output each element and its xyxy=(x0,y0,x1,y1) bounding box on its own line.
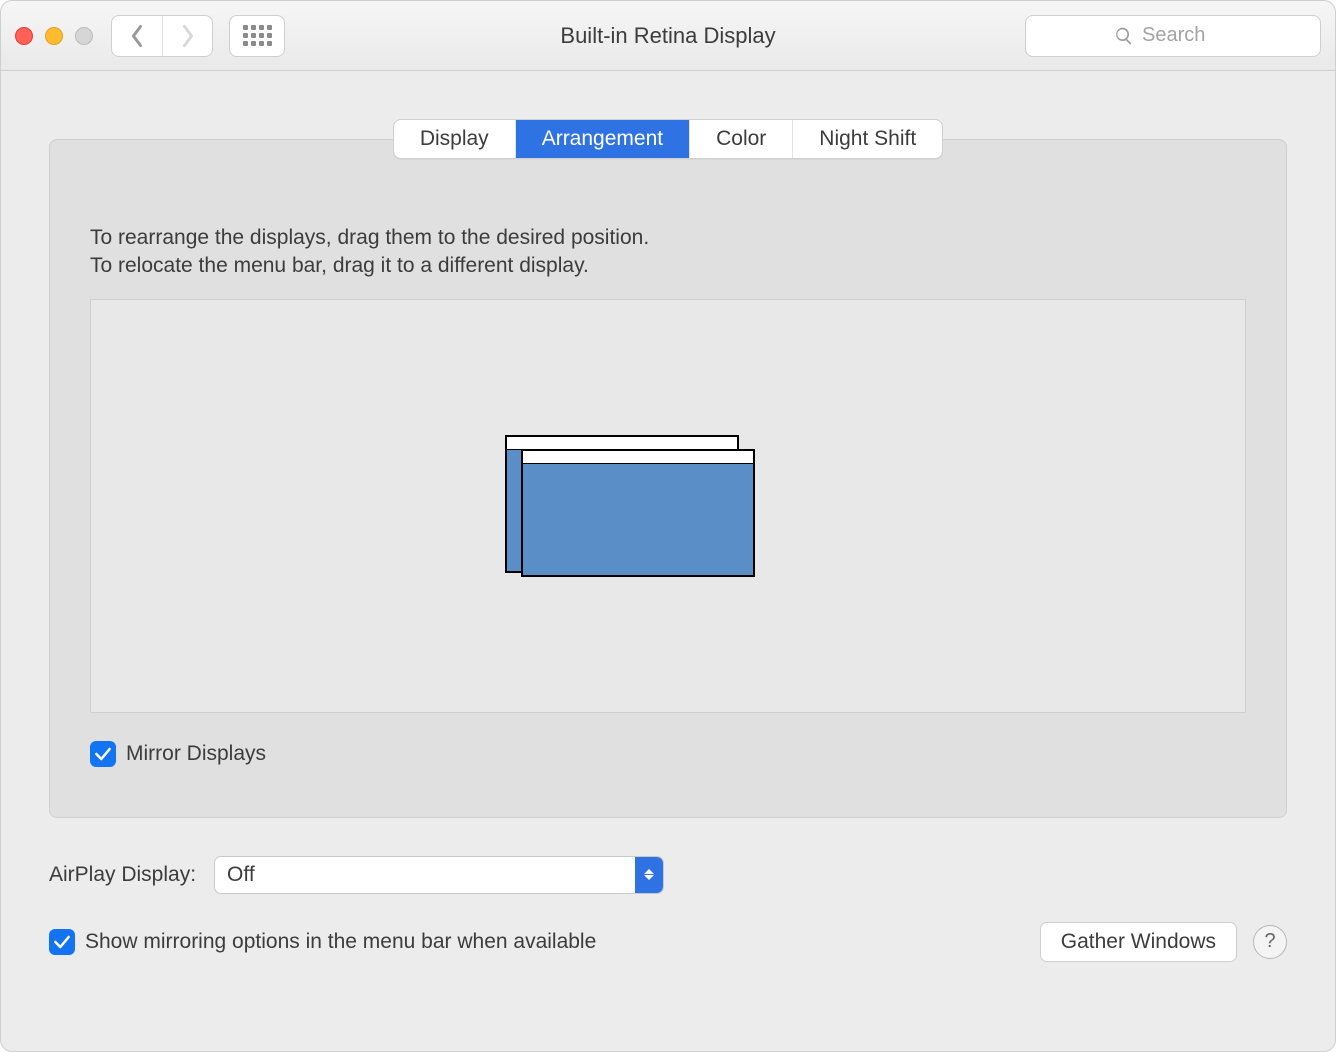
search-input[interactable] xyxy=(1142,24,1232,47)
instructions-line-1: To rearrange the displays, drag them to … xyxy=(90,224,1246,252)
forward-button[interactable] xyxy=(162,16,212,56)
arrangement-card: To rearrange the displays, drag them to … xyxy=(49,139,1287,818)
show-all-button[interactable] xyxy=(229,15,285,57)
nav-back-forward xyxy=(111,15,213,57)
back-button[interactable] xyxy=(112,16,162,56)
help-button[interactable]: ? xyxy=(1253,925,1287,959)
tabs: Display Arrangement Color Night Shift xyxy=(393,119,943,159)
tab-arrangement[interactable]: Arrangement xyxy=(515,120,689,158)
titlebar: Built-in Retina Display xyxy=(1,1,1335,71)
mirror-displays-label: Mirror Displays xyxy=(126,742,266,766)
menubar-indicator[interactable] xyxy=(523,451,753,464)
body: Display Arrangement Color Night Shift To… xyxy=(1,71,1335,1051)
mirror-displays-checkbox[interactable] xyxy=(90,741,116,767)
checkmark-icon xyxy=(93,744,113,764)
airplay-label: AirPlay Display: xyxy=(49,863,196,887)
close-window-button[interactable] xyxy=(15,27,33,45)
display-rect-primary[interactable] xyxy=(521,449,755,577)
instructions-line-2: To relocate the menu bar, drag it to a d… xyxy=(90,252,1246,280)
search-icon xyxy=(1114,26,1134,46)
updown-icon xyxy=(635,857,663,893)
instructions: To rearrange the displays, drag them to … xyxy=(90,224,1246,281)
airplay-display-value: Off xyxy=(215,863,255,887)
zoom-window-button[interactable] xyxy=(75,27,93,45)
tab-night-shift[interactable]: Night Shift xyxy=(792,120,942,158)
tab-color[interactable]: Color xyxy=(689,120,792,158)
minimize-window-button[interactable] xyxy=(45,27,63,45)
search-field[interactable] xyxy=(1025,15,1321,57)
airplay-display-select[interactable]: Off xyxy=(214,856,664,894)
checkmark-icon xyxy=(52,932,72,952)
preferences-window: Built-in Retina Display Display Arrangem… xyxy=(0,0,1336,1052)
show-mirroring-menu-label: Show mirroring options in the menu bar w… xyxy=(85,930,596,954)
display-arrangement-area[interactable] xyxy=(90,299,1246,713)
grid-icon xyxy=(243,25,272,46)
show-mirroring-menu-checkbox[interactable] xyxy=(49,929,75,955)
chevron-left-icon xyxy=(128,24,146,48)
traffic-lights xyxy=(15,27,93,45)
gather-windows-button[interactable]: Gather Windows xyxy=(1040,922,1237,962)
tab-display[interactable]: Display xyxy=(394,120,515,158)
chevron-right-icon xyxy=(179,24,197,48)
display-body xyxy=(523,464,753,575)
